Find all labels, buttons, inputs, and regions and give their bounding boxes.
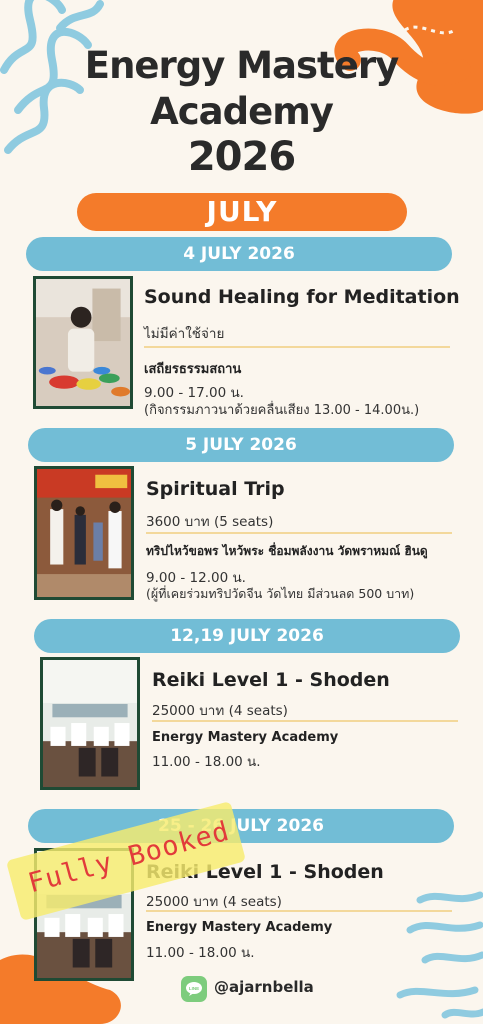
month-label: JULY: [77, 193, 407, 231]
event-photo-reiki-class: [40, 657, 140, 790]
divider: [146, 532, 452, 534]
event-price: ไม่มีค่าใช้จ่าย: [144, 326, 225, 342]
event-photo-sound-healing: [33, 276, 133, 409]
event-note: (ผู้ที่เคยร่วมทริปวัดจีน วัดไทย มีส่วนลด…: [146, 586, 415, 601]
divider: [146, 910, 452, 912]
divider: [152, 720, 458, 722]
event-venue: ทริปไหว้ขอพร ไหว้พระ ชื่อมพลังงาน วัดพรา…: [146, 544, 428, 558]
event-date-bar: 12,19 JULY 2026: [34, 619, 460, 653]
event-date-bar: 4 JULY 2026: [26, 237, 452, 271]
page-title-line1: Energy Mastery: [84, 44, 399, 87]
line-app-icon: LINE: [181, 976, 207, 1002]
event-price: 3600 บาท (5 seats): [146, 514, 274, 530]
event-date-bar: 5 JULY 2026: [28, 428, 454, 462]
event-note: (กิจกรรมภาวนาด้วยคลื่นเสียง 13.00 - 14.0…: [144, 403, 420, 418]
event-price: 25000 บาท (4 seats): [146, 894, 282, 910]
event-title: Reiki Level 1 - Shoden: [152, 669, 390, 691]
page-title-line2: Academy: [150, 90, 334, 133]
event-price: 25000 บาท (4 seats): [152, 703, 288, 719]
event-title: Sound Healing for Meditation: [144, 286, 460, 308]
social-handle[interactable]: @ajarnbella: [214, 978, 314, 996]
event-photo-spiritual-trip: [34, 466, 134, 600]
divider: [144, 346, 450, 348]
event-title: Spiritual Trip: [146, 478, 285, 500]
page-title-year: 2026: [187, 134, 296, 180]
event-venue: Energy Mastery Academy: [152, 730, 339, 745]
event-time: 11.00 - 18.00 น.: [146, 945, 255, 961]
event-venue: เสถียรธรรมสถาน: [144, 362, 242, 377]
event-time: 11.00 - 18.00 น.: [152, 754, 261, 770]
svg-text:LINE: LINE: [189, 986, 199, 991]
event-venue: Energy Mastery Academy: [146, 920, 333, 935]
